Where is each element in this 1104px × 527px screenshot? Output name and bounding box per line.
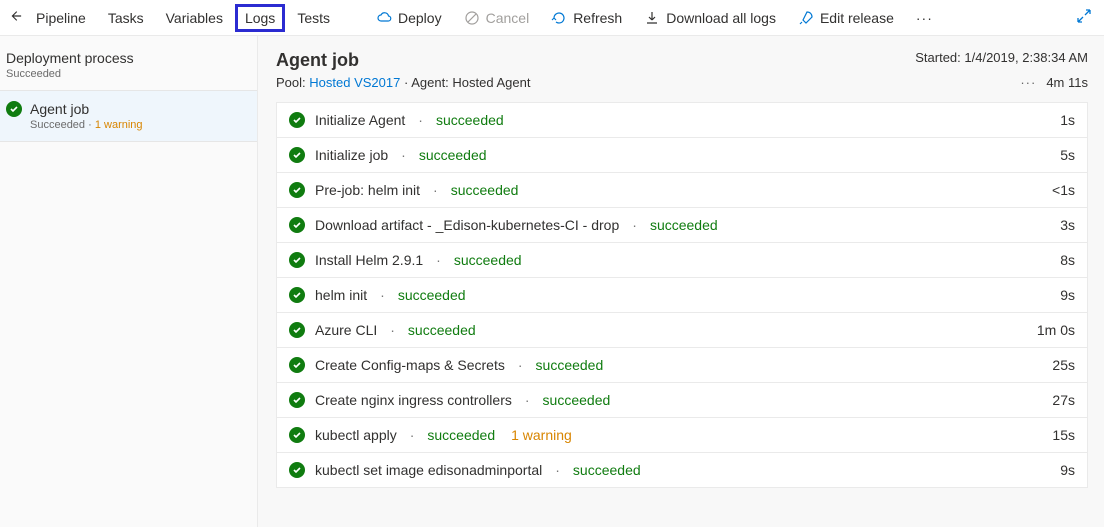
deployment-process-status: Succeeded <box>6 68 247 80</box>
step-duration: <1s <box>1052 182 1075 198</box>
step-status: succeeded <box>398 287 466 303</box>
step-name: helm init <box>315 287 367 303</box>
check-icon <box>289 392 305 408</box>
step-duration: 1s <box>1060 112 1075 128</box>
step-row[interactable]: kubectl set image edisonadminportal·succ… <box>277 453 1087 487</box>
step-name: Download artifact - _Edison-kubernetes-C… <box>315 217 619 233</box>
step-row[interactable]: Initialize job·succeeded5s <box>277 138 1087 173</box>
step-row[interactable]: Azure CLI·succeeded1m 0s <box>277 313 1087 348</box>
refresh-label: Refresh <box>573 10 622 26</box>
tab-tasks[interactable]: Tasks <box>98 4 154 32</box>
refresh-button[interactable]: Refresh <box>541 4 632 32</box>
step-row[interactable]: Create Config-maps & Secrets·succeeded25… <box>277 348 1087 383</box>
check-icon <box>289 427 305 443</box>
job-more-button[interactable]: ··· <box>1020 75 1036 90</box>
download-logs-button[interactable]: Download all logs <box>634 4 786 32</box>
step-status: succeeded <box>454 252 522 268</box>
step-status: succeeded <box>650 217 718 233</box>
pool-link[interactable]: Hosted VS2017 <box>309 75 400 90</box>
step-duration: 8s <box>1060 252 1075 268</box>
step-row[interactable]: Create nginx ingress controllers·succeed… <box>277 383 1087 418</box>
page-title: Agent job <box>276 50 359 71</box>
started-time: Started: 1/4/2019, 2:38:34 AM <box>915 50 1088 65</box>
step-list: Initialize Agent·succeeded1sInitialize j… <box>276 102 1088 488</box>
step-name: Initialize job <box>315 147 388 163</box>
rocket-icon <box>798 10 814 26</box>
job-duration: 4m 11s <box>1046 75 1088 90</box>
check-icon <box>289 112 305 128</box>
right-pane: Agent job Started: 1/4/2019, 2:38:34 AM … <box>258 36 1104 527</box>
edit-label: Edit release <box>820 10 894 26</box>
tab-logs[interactable]: Logs <box>235 4 285 32</box>
left-pane: Deployment process Succeeded Agent job S… <box>0 36 258 527</box>
step-status: succeeded <box>536 357 604 373</box>
check-icon <box>289 357 305 373</box>
check-icon <box>289 147 305 163</box>
step-name: kubectl set image edisonadminportal <box>315 462 542 478</box>
more-actions-button[interactable]: ··· <box>906 4 943 32</box>
step-duration: 15s <box>1052 427 1075 443</box>
step-row[interactable]: Initialize Agent·succeeded1s <box>277 103 1087 138</box>
step-status: succeeded <box>419 147 487 163</box>
deployment-process-title: Deployment process <box>6 50 247 66</box>
back-icon[interactable] <box>8 9 22 26</box>
deploy-button[interactable]: Deploy <box>366 4 452 32</box>
tab-tests[interactable]: Tests <box>287 4 340 32</box>
expand-icon[interactable] <box>1072 4 1096 31</box>
sidebar-item-agent-job[interactable]: Agent job Succeeded · 1 warning <box>0 90 257 142</box>
download-icon <box>644 10 660 26</box>
check-icon <box>289 182 305 198</box>
check-icon <box>289 217 305 233</box>
step-duration: 1m 0s <box>1037 322 1075 338</box>
step-name: Azure CLI <box>315 322 377 338</box>
step-name: kubectl apply <box>315 427 397 443</box>
step-row[interactable]: kubectl apply·succeeded1 warning15s <box>277 418 1087 453</box>
step-status: succeeded <box>451 182 519 198</box>
step-row[interactable]: Download artifact - _Edison-kubernetes-C… <box>277 208 1087 243</box>
tab-variables[interactable]: Variables <box>156 4 233 32</box>
step-status: succeeded <box>436 112 504 128</box>
step-duration: 25s <box>1052 357 1075 373</box>
step-status: succeeded <box>427 427 495 443</box>
cloud-icon <box>376 10 392 26</box>
check-icon <box>6 101 22 117</box>
step-duration: 3s <box>1060 217 1075 233</box>
refresh-icon <box>551 10 567 26</box>
download-label: Download all logs <box>666 10 776 26</box>
step-duration: 5s <box>1060 147 1075 163</box>
job-sub: Succeeded · 1 warning <box>30 119 143 131</box>
step-name: Pre-job: helm init <box>315 182 420 198</box>
step-name: Install Helm 2.9.1 <box>315 252 423 268</box>
step-row[interactable]: helm init·succeeded9s <box>277 278 1087 313</box>
check-icon <box>289 252 305 268</box>
deploy-label: Deploy <box>398 10 442 26</box>
step-status: succeeded <box>573 462 641 478</box>
step-duration: 9s <box>1060 287 1075 303</box>
cancel-label: Cancel <box>486 10 530 26</box>
step-duration: 27s <box>1052 392 1075 408</box>
cancel-icon <box>464 10 480 26</box>
check-icon <box>289 462 305 478</box>
step-name: Create Config-maps & Secrets <box>315 357 505 373</box>
top-toolbar: Pipeline Tasks Variables Logs Tests Depl… <box>0 0 1104 36</box>
step-row[interactable]: Pre-job: helm init·succeeded<1s <box>277 173 1087 208</box>
check-icon <box>289 322 305 338</box>
cancel-button: Cancel <box>454 4 540 32</box>
pool-agent-line: Pool: Hosted VS2017 · Agent: Hosted Agen… <box>276 75 530 90</box>
tab-pipeline[interactable]: Pipeline <box>26 4 96 32</box>
step-name: Initialize Agent <box>315 112 405 128</box>
step-name: Create nginx ingress controllers <box>315 392 512 408</box>
check-icon <box>289 287 305 303</box>
step-row[interactable]: Install Helm 2.9.1·succeeded8s <box>277 243 1087 278</box>
step-status: succeeded <box>408 322 476 338</box>
edit-release-button[interactable]: Edit release <box>788 4 904 32</box>
step-duration: 9s <box>1060 462 1075 478</box>
job-name: Agent job <box>30 101 143 117</box>
step-warning: 1 warning <box>511 427 572 443</box>
step-status: succeeded <box>543 392 611 408</box>
